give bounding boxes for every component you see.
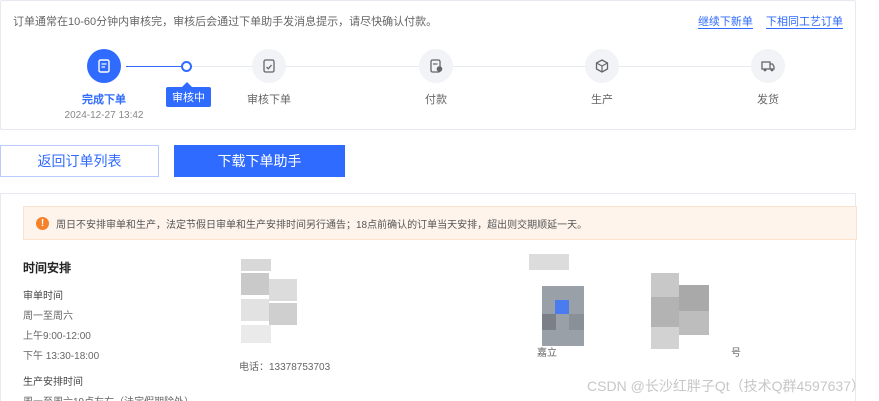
partial-number-text: 号 [731,348,741,359]
step-review: 审核下单 [214,49,324,107]
review-notice: 订单通常在10-60分钟内审核完，审核后会通过下单助手发消息提示，请尽快确认付款… [13,16,438,28]
step-label: 付款 [425,94,447,106]
step-production: 生产 [547,49,657,107]
current-step-node [181,61,192,72]
alert-text: 周日不安排审单和生产，法定节假日审单和生产安排时间另行通告；18点前确认的订单当… [56,219,588,231]
review-time-title: 审单时间 [23,291,63,302]
review-days: 周一至周六 [23,311,73,322]
step-label: 审核下单 [247,94,291,106]
pixelated-block-3 [651,273,711,355]
step-shipping: 发货 [713,49,823,107]
truck-icon [751,49,785,83]
review-pm: 下午 13:30-18:00 [23,351,100,362]
info-card: ! 周日不安排审单和生产，法定节假日审单和生产安排时间另行通告；18点前确认的订… [0,193,857,401]
payment-icon [419,49,453,83]
production-time: 周一至周六19点左右（法定假期除外） [23,393,223,401]
step-time: 2024-12-27 13:42 [64,110,144,121]
box-icon [585,49,619,83]
pixelated-qr-block [529,254,589,354]
back-to-orders-button[interactable]: 返回订单列表 [0,145,159,177]
continue-new-order-link[interactable]: 继续下新单 [697,16,753,29]
step-label: 发货 [757,94,779,106]
production-time-title: 生产安排时间 [23,377,83,388]
step-label: 生产 [591,94,613,106]
warning-icon: ! [36,216,49,230]
csdn-watermark: CSDN @长沙红胖子Qt（技术Q群4597637） [587,378,865,394]
review-am: 上午9:00-12:00 [23,331,91,342]
same-process-order-link[interactable]: 下相同工艺订单 [766,16,843,29]
document-icon [87,49,121,83]
schedule-section: 时间安排 审单时间 周一至周六 上午9:00-12:00 下午 13:30-18… [23,259,223,401]
contact-phone: 电话：13378753703 [239,362,331,373]
top-links: 继续下新单 下相同工艺订单 [688,13,843,29]
order-progress-steps: 审核中 完成下单 2024-12-27 13:42 审核下单 付款 生产 发货 [1,45,857,121]
partial-company-text: 嘉立 [537,348,557,359]
schedule-title: 时间安排 [23,261,72,275]
step-payment: 付款 [381,49,491,107]
current-step-badge: 审核中 [166,82,211,107]
review-check-icon [252,49,286,83]
step-order-placed: 完成下单 2024-12-27 13:42 [49,49,159,121]
holiday-alert: ! 周日不安排审单和生产，法定节假日审单和生产安排时间另行通告；18点前确认的订… [23,206,857,240]
order-status-card: 订单通常在10-60分钟内审核完，审核后会通过下单助手发消息提示，请尽快确认付款… [0,0,856,130]
download-assistant-button[interactable]: 下载下单助手 [174,145,345,177]
step-label: 完成下单 [82,94,126,106]
pixelated-contact-block [241,259,301,349]
